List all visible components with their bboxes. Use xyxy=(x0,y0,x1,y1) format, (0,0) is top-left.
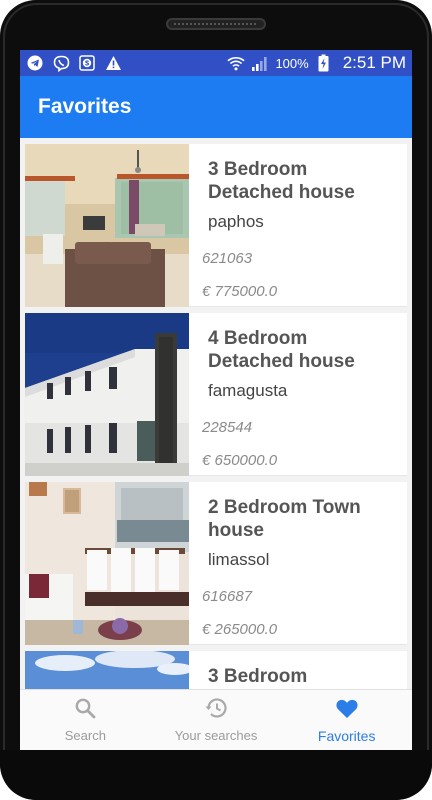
listing-title: 4 Bedroom Detached house xyxy=(208,328,355,372)
search-icon xyxy=(74,697,96,724)
favorites-list[interactable]: 3 Bedroom Detached house paphos 621063 €… xyxy=(20,138,412,689)
listing-card[interactable]: 3 Bedroom Bungalow xyxy=(25,651,407,689)
screen: 100% 2:51 PM Favorites 3 Bedroom Detache… xyxy=(20,50,412,750)
listing-info: 3 Bedroom Bungalow xyxy=(189,651,407,689)
listing-info: 4 Bedroom Detached house famagusta 22854… xyxy=(189,313,407,475)
listing-photo xyxy=(25,482,189,645)
page-title: Favorites xyxy=(38,95,132,118)
listing-card[interactable]: 3 Bedroom Detached house paphos 621063 €… xyxy=(25,144,407,307)
nav-your-searches[interactable]: Your searches xyxy=(151,690,282,750)
listing-price: € 650000.0 xyxy=(202,452,278,469)
nav-search[interactable]: Search xyxy=(20,690,151,750)
phone-frame: 100% 2:51 PM Favorites 3 Bedroom Detache… xyxy=(0,0,432,800)
listing-price: € 775000.0 xyxy=(202,283,278,300)
earpiece-speaker xyxy=(166,18,266,30)
nav-your-searches-label: Your searches xyxy=(174,728,258,743)
bottom-bezel xyxy=(0,750,432,800)
status-time: 2:51 PM xyxy=(342,53,406,72)
listing-city: limassol xyxy=(208,550,270,569)
listing-id: 621063 xyxy=(202,250,253,267)
listing-card[interactable]: 2 Bedroom Town house limassol 616687 € 2… xyxy=(25,482,407,645)
listing-photo xyxy=(25,651,189,689)
nav-favorites[interactable]: Favorites xyxy=(281,690,412,750)
heart-icon xyxy=(335,697,359,724)
listing-info: 2 Bedroom Town house limassol 616687 € 2… xyxy=(189,482,407,644)
battery-charging-icon xyxy=(315,54,333,72)
battery-percent: 100% xyxy=(275,55,309,71)
listing-id: 616687 xyxy=(202,588,253,605)
nav-favorites-label: Favorites xyxy=(317,727,376,744)
listing-card[interactable]: 4 Bedroom Detached house famagusta 22854… xyxy=(25,313,407,476)
warning-icon xyxy=(104,54,122,72)
listing-info: 3 Bedroom Detached house paphos 621063 €… xyxy=(189,144,407,306)
telegram-icon xyxy=(26,54,44,72)
wifi-icon xyxy=(227,54,246,72)
status-bar: 100% 2:51 PM xyxy=(20,50,412,76)
listing-photo xyxy=(25,313,189,476)
listing-id: 228544 xyxy=(202,419,253,436)
listing-title: 3 Bedroom Detached house xyxy=(208,159,355,203)
nav-search-label: Search xyxy=(64,728,106,743)
signal-icon xyxy=(251,54,269,72)
viber-icon xyxy=(52,54,70,72)
listing-city: paphos xyxy=(208,212,264,231)
history-icon xyxy=(204,697,228,724)
bottom-navigation: Search Your searches Favorites xyxy=(20,689,412,750)
listing-photo xyxy=(25,144,189,307)
listing-price: € 265000.0 xyxy=(202,621,278,638)
listing-title: 3 Bedroom Bungalow xyxy=(208,666,308,687)
skype-icon xyxy=(78,54,96,72)
app-bar: Favorites xyxy=(20,76,412,138)
listing-city: famagusta xyxy=(208,381,288,400)
listing-title: 2 Bedroom Town house xyxy=(208,497,361,541)
